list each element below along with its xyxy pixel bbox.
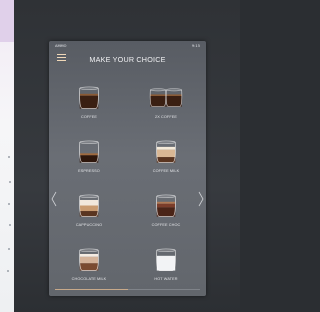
drink-label: CHOCOLATE MILK [71,277,107,281]
drink-image [59,81,119,111]
background-dot [8,156,10,158]
glass-icon [79,140,99,163]
glass-icon [79,86,99,109]
drink-option-double[interactable]: 2X COFFEE [136,81,196,126]
drink-option-water[interactable]: HOT WATER [136,243,196,288]
status-time: 9:15 [191,44,200,48]
drink-image [59,135,119,165]
chevron-left-icon[interactable] [51,191,57,207]
glass-icon [79,248,99,271]
progress-fill [55,289,128,290]
progress-bar [55,289,200,290]
background-left [0,0,14,312]
drink-image [136,135,196,165]
drink-label: COFFEE [81,115,97,119]
background-dot [8,203,10,205]
status-left-text: AMMO [55,44,67,48]
drink-option-chocmilk[interactable]: CHOCOLATE MILK [59,243,119,288]
glass-icon [79,194,99,217]
drink-label: HOT WATER [154,277,178,281]
coffee-machine-screen: AMMO 9:15 MAKE YOUR CHOICE COFFEE 2X COFF… [49,41,206,296]
drink-label: ESPRESSO [78,169,100,173]
drink-option-cappuccino[interactable]: CAPPUCCINO [59,189,119,234]
drink-option-coffee[interactable]: COFFEE [59,81,119,126]
page-title: MAKE YOUR CHOICE [89,55,166,64]
background-dot [8,248,10,250]
drink-label: COFFEE MILK [152,169,180,173]
drink-image [136,81,196,111]
glass-icon [156,140,176,163]
background-dot [9,181,11,183]
drink-image [59,243,119,273]
drink-option-coffeemilk[interactable]: COFFEE MILK [136,135,196,180]
background-dot [9,224,11,226]
glass-icon [156,248,176,271]
drink-label: CAPPUCCINO [75,223,103,227]
glass-icon [156,194,176,217]
drink-option-espresso[interactable]: ESPRESSO [59,135,119,180]
drink-image [136,189,196,219]
chevron-right-icon[interactable] [198,191,204,207]
drink-option-coffeechoc[interactable]: COFFEE CHOC [136,189,196,234]
drink-image [136,243,196,273]
background-dot [7,270,9,272]
background-band [0,0,14,42]
glass-icon [165,88,183,108]
status-bar: AMMO 9:15 [55,44,200,50]
drink-image [59,189,119,219]
drink-label: COFFEE CHOC [151,223,181,227]
drink-label: 2X COFFEE [155,115,177,119]
